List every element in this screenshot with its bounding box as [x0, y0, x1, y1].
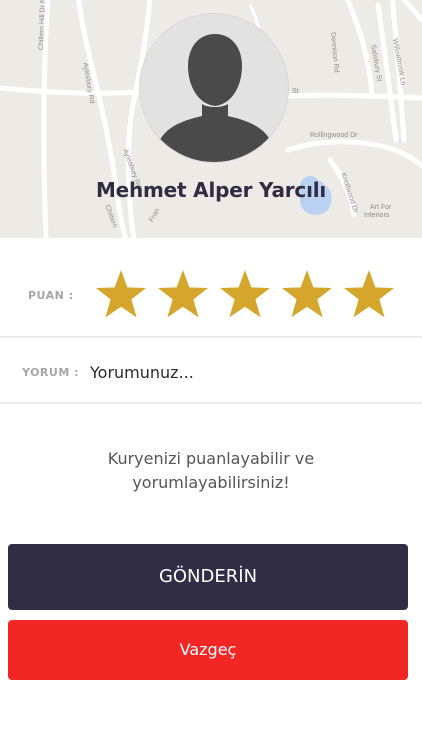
star-icon[interactable] — [93, 267, 149, 323]
star-rating[interactable] — [93, 267, 403, 323]
courier-name: Mehmet Alper Yarcılı — [95, 178, 327, 202]
user-silhouette-icon — [158, 34, 272, 162]
map-label: St — [292, 88, 299, 95]
comment-input[interactable] — [90, 360, 400, 384]
submit-button[interactable]: GÖNDERİN — [8, 544, 408, 610]
divider — [0, 402, 422, 404]
info-text: Kuryenizi puanlayabilir ve yorumlayabili… — [107, 449, 315, 492]
divider — [0, 336, 422, 338]
star-icon[interactable] — [279, 267, 335, 323]
star-icon[interactable] — [217, 267, 273, 323]
map-label: Rollingwood Dr — [310, 132, 358, 139]
avatar — [139, 13, 289, 163]
star-icon[interactable] — [341, 267, 397, 323]
map-header: Aylesbury Rd Chiltern Hill Dr N Aylesbur… — [0, 0, 422, 238]
map-label: Interiors — [364, 212, 390, 219]
map-label: Art For — [370, 204, 392, 211]
cancel-button[interactable]: Vazgeç — [8, 620, 408, 680]
rating-label: PUAN : — [28, 289, 74, 302]
comment-label: YORUM : — [22, 366, 80, 379]
star-icon[interactable] — [155, 267, 211, 323]
